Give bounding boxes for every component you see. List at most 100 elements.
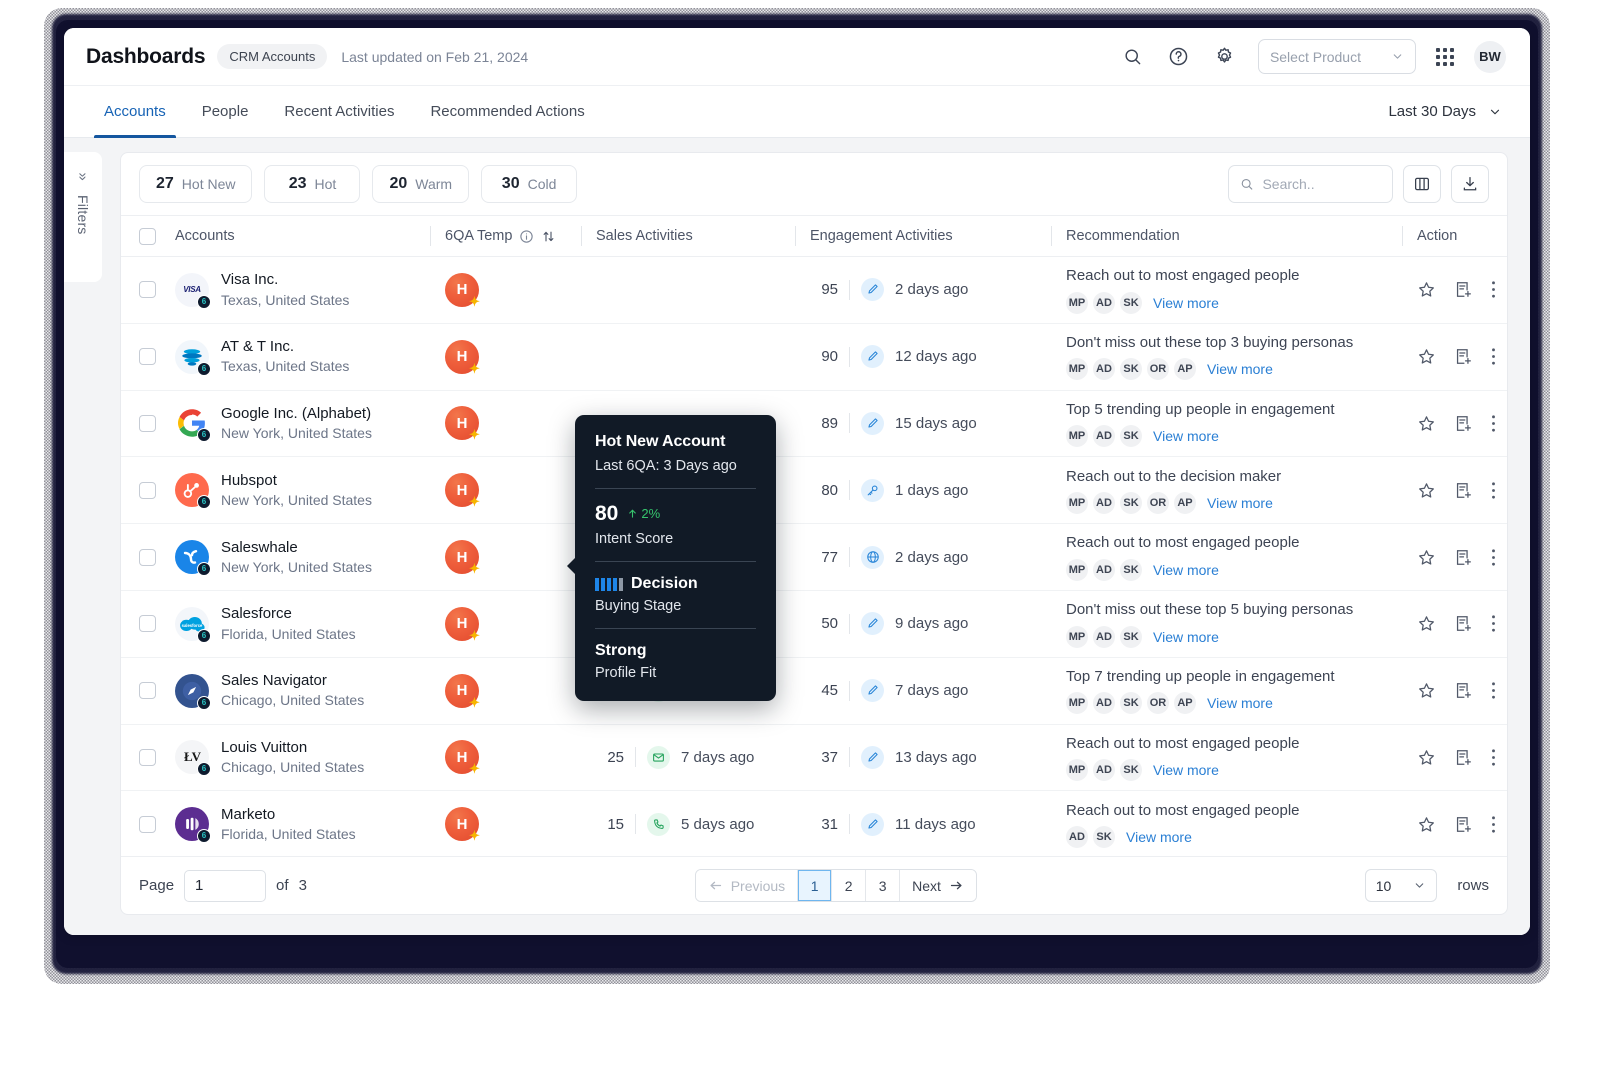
next-button[interactable]: Next [900, 870, 976, 901]
person-initials[interactable]: AD [1093, 358, 1115, 380]
table-row[interactable]: 6Sales NavigatorChicago, United StatesH✦… [121, 658, 1507, 725]
view-more-link[interactable]: View more [1153, 762, 1219, 778]
person-initials[interactable]: SK [1093, 826, 1115, 848]
person-initials[interactable]: SK [1120, 292, 1142, 314]
filters-rail[interactable]: » Filters [64, 152, 102, 282]
view-more-link[interactable]: View more [1207, 361, 1273, 377]
row-checkbox[interactable] [139, 682, 156, 699]
more-options-icon[interactable] [1491, 748, 1496, 767]
temp-cell[interactable]: H✦ [431, 807, 581, 841]
gear-icon[interactable] [1212, 44, 1238, 70]
person-initials[interactable]: MP [1066, 692, 1088, 714]
sales-activities-cell[interactable]: 257 days ago [582, 746, 795, 769]
temp-badge[interactable]: H✦ [445, 406, 479, 440]
person-initials[interactable]: AP [1174, 358, 1196, 380]
stat-hot[interactable]: 23 Hot [264, 165, 360, 203]
stat-cold[interactable]: 30 Cold [481, 165, 577, 203]
page-3-button[interactable]: 3 [866, 870, 900, 901]
person-initials[interactable]: MP [1066, 425, 1088, 447]
table-row[interactable]: 6AT & T Inc.Texas, United StatesH✦9012 d… [121, 324, 1507, 391]
header-action[interactable]: Action [1403, 228, 1507, 244]
row-checkbox[interactable] [139, 281, 156, 298]
add-note-icon[interactable] [1454, 681, 1473, 700]
search-icon[interactable] [1120, 44, 1146, 70]
header-accounts[interactable]: Accounts [175, 228, 430, 244]
temp-badge[interactable]: H✦ [445, 540, 479, 574]
search-input[interactable] [1262, 176, 1381, 192]
temp-badge[interactable]: H✦ [445, 607, 479, 641]
table-row[interactable]: 6Google Inc. (Alphabet)New York, United … [121, 391, 1507, 458]
row-checkbox[interactable] [139, 348, 156, 365]
more-options-icon[interactable] [1491, 481, 1496, 500]
select-all-checkbox[interactable] [139, 228, 156, 245]
expand-chevrons-icon[interactable]: » [75, 172, 92, 180]
view-more-link[interactable]: View more [1153, 428, 1219, 444]
add-note-icon[interactable] [1454, 548, 1473, 567]
add-note-icon[interactable] [1454, 481, 1473, 500]
table-row[interactable]: salesforce6SalesforceFlorida, United Sta… [121, 591, 1507, 658]
search-box[interactable] [1228, 165, 1393, 203]
table-row[interactable]: VISA6Visa Inc.Texas, United States H✦ 952 … [121, 257, 1507, 324]
more-options-icon[interactable] [1491, 614, 1496, 633]
temp-cell[interactable]: H✦ [431, 473, 581, 507]
person-initials[interactable]: SK [1120, 692, 1142, 714]
view-more-link[interactable]: View more [1207, 695, 1273, 711]
star-icon[interactable] [1417, 681, 1436, 700]
more-options-icon[interactable] [1491, 815, 1496, 834]
download-button[interactable] [1451, 165, 1489, 203]
person-initials[interactable]: OR [1147, 692, 1169, 714]
column-settings-button[interactable] [1403, 165, 1441, 203]
temp-badge[interactable]: H✦ [445, 807, 479, 841]
person-initials[interactable]: SK [1120, 492, 1142, 514]
view-more-link[interactable]: View more [1153, 629, 1219, 645]
tab-recommended-actions[interactable]: Recommended Actions [412, 86, 602, 137]
person-initials[interactable]: AD [1093, 492, 1115, 514]
header-sales-activities[interactable]: Sales Activities [582, 228, 795, 244]
apps-grid-icon[interactable] [1436, 48, 1454, 66]
person-initials[interactable]: OR [1147, 492, 1169, 514]
person-initials[interactable]: SK [1120, 358, 1142, 380]
person-initials[interactable]: AP [1174, 492, 1196, 514]
person-initials[interactable]: MP [1066, 626, 1088, 648]
table-row[interactable]: 6SaleswhaleNew York, United StatesH✦772 … [121, 524, 1507, 591]
more-options-icon[interactable] [1491, 347, 1496, 366]
temp-cell[interactable]: H✦ [431, 607, 581, 641]
table-row[interactable]: 6HubspotNew York, United StatesH✦801 day… [121, 457, 1507, 524]
table-row[interactable]: ŁV6Louis VuittonChicago, United StatesH✦… [121, 725, 1507, 792]
star-icon[interactable] [1417, 414, 1436, 433]
add-note-icon[interactable] [1454, 815, 1473, 834]
engagement-activities-cell[interactable]: 772 days ago [796, 546, 1051, 569]
person-initials[interactable]: MP [1066, 492, 1088, 514]
engagement-activities-cell[interactable]: 3111 days ago [796, 813, 1051, 836]
view-more-link[interactable]: View more [1153, 295, 1219, 311]
account-cell[interactable]: VISA6Visa Inc.Texas, United States [175, 270, 430, 309]
engagement-activities-cell[interactable]: 952 days ago [796, 278, 1051, 301]
engagement-activities-cell[interactable]: 509 days ago [796, 612, 1051, 635]
person-initials[interactable]: MP [1066, 292, 1088, 314]
view-more-link[interactable]: View more [1126, 829, 1192, 845]
person-initials[interactable]: SK [1120, 425, 1142, 447]
row-checkbox[interactable] [139, 749, 156, 766]
star-icon[interactable] [1417, 347, 1436, 366]
row-checkbox[interactable] [139, 816, 156, 833]
breadcrumb-chip[interactable]: CRM Accounts [217, 44, 327, 69]
account-cell[interactable]: 6AT & T Inc.Texas, United States [175, 337, 430, 376]
temp-cell[interactable]: H✦ [431, 406, 581, 440]
person-initials[interactable]: MP [1066, 759, 1088, 781]
row-checkbox[interactable] [139, 482, 156, 499]
account-cell[interactable]: 6MarketoFlorida, United States [175, 805, 430, 844]
person-initials[interactable]: SK [1120, 626, 1142, 648]
person-initials[interactable]: AD [1093, 759, 1115, 781]
add-note-icon[interactable] [1454, 748, 1473, 767]
add-note-icon[interactable] [1454, 414, 1473, 433]
star-icon[interactable] [1417, 815, 1436, 834]
view-more-link[interactable]: View more [1207, 495, 1273, 511]
stat-hot-new[interactable]: 27 Hot New [139, 165, 252, 203]
page-number-input[interactable] [184, 870, 266, 902]
temp-badge[interactable]: H✦ [445, 340, 479, 374]
temp-badge[interactable]: H✦ [445, 273, 479, 307]
rows-per-page-select[interactable]: 10 [1365, 869, 1438, 902]
temp-badge[interactable]: H✦ [445, 473, 479, 507]
more-options-icon[interactable] [1491, 414, 1496, 433]
avatar[interactable]: BW [1474, 41, 1506, 73]
